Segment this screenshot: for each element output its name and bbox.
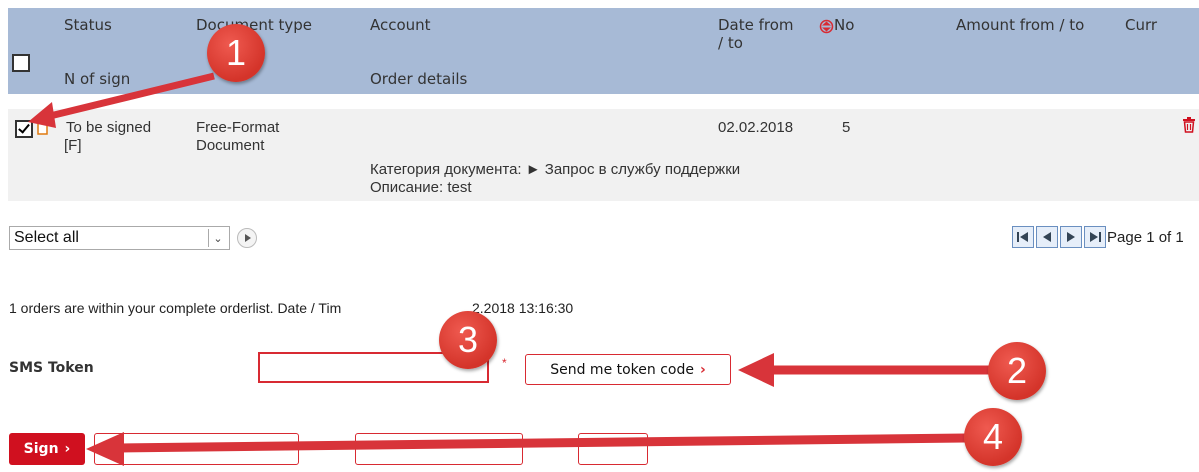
arrowhead-icon (738, 353, 774, 387)
callout-1: 1 (207, 24, 265, 82)
callout-3: 3 (439, 311, 497, 369)
callout-4: 4 (964, 408, 1022, 466)
arrowhead-icon (86, 432, 124, 466)
arrow-to-sign (119, 433, 966, 453)
arrow-to-checkbox (49, 72, 215, 120)
callout-2: 2 (988, 342, 1046, 400)
annotation-arrows (28, 72, 990, 466)
arrowhead-icon (28, 102, 56, 128)
